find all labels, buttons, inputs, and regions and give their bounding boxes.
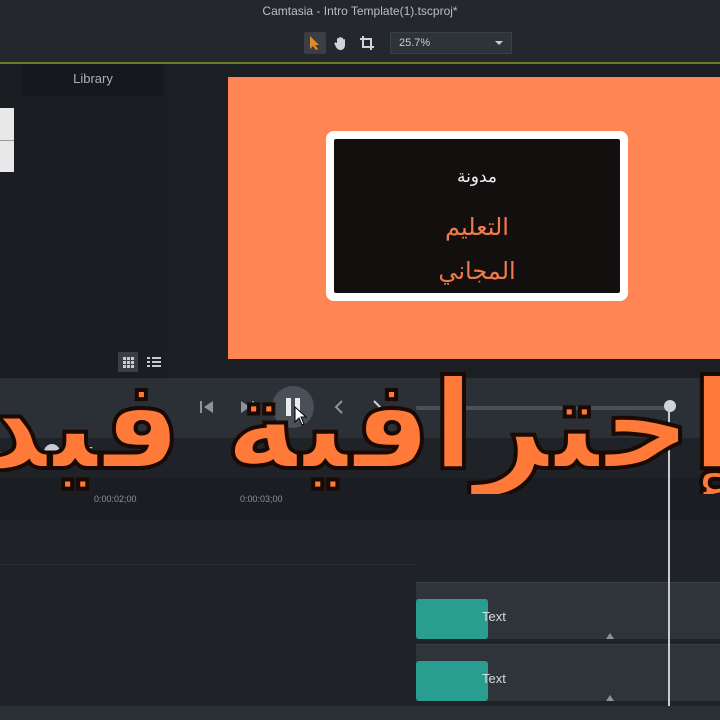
timeline-tracks: Text Text: [0, 520, 720, 720]
callout-word: مدونة: [456, 167, 498, 187]
crop-icon[interactable]: [356, 32, 378, 54]
text-clip[interactable]: [416, 661, 488, 701]
clip-marker-icon: [606, 633, 614, 639]
track-divider: [0, 564, 416, 565]
callout-inner: مدونة التعليم المجاني: [334, 139, 620, 293]
text-clip[interactable]: [416, 599, 488, 639]
clip-label: Text: [482, 671, 506, 686]
left-panel: Library: [0, 64, 166, 378]
clip-marker-icon: [606, 695, 614, 701]
overlay-caption: إحترافية فيديو: [0, 358, 720, 495]
canvas-area: مدونة التعليم المجاني: [166, 64, 720, 378]
divider: [0, 140, 14, 141]
bottom-scrollbar[interactable]: [0, 706, 720, 720]
callout-line-2: المجاني: [438, 257, 516, 285]
text-callout[interactable]: مدونة التعليم المجاني: [326, 131, 628, 301]
ruler-tick: 0:00:03;00: [240, 494, 283, 504]
track-row[interactable]: Text: [416, 582, 720, 639]
zoom-dropdown[interactable]: 25.7%: [390, 32, 512, 54]
window-title: Camtasia - Intro Template(1).tscproj*: [262, 4, 458, 18]
hand-pan-icon[interactable]: [330, 32, 352, 54]
title-bar: Camtasia - Intro Template(1).tscproj*: [0, 0, 720, 24]
video-canvas[interactable]: مدونة التعليم المجاني: [228, 77, 720, 359]
chevron-down-icon: [495, 41, 503, 45]
ruler-tick: 0:00:02;00: [94, 494, 137, 504]
arrow-cursor-icon[interactable]: [304, 32, 326, 54]
track-row[interactable]: Text: [416, 644, 720, 701]
clip-label: Text: [482, 609, 506, 624]
library-tab[interactable]: Library: [22, 64, 164, 96]
canvas-toolbar: 25.7%: [0, 24, 720, 64]
callout-line-1: التعليم: [445, 213, 509, 241]
zoom-value: 25.7%: [399, 37, 431, 49]
